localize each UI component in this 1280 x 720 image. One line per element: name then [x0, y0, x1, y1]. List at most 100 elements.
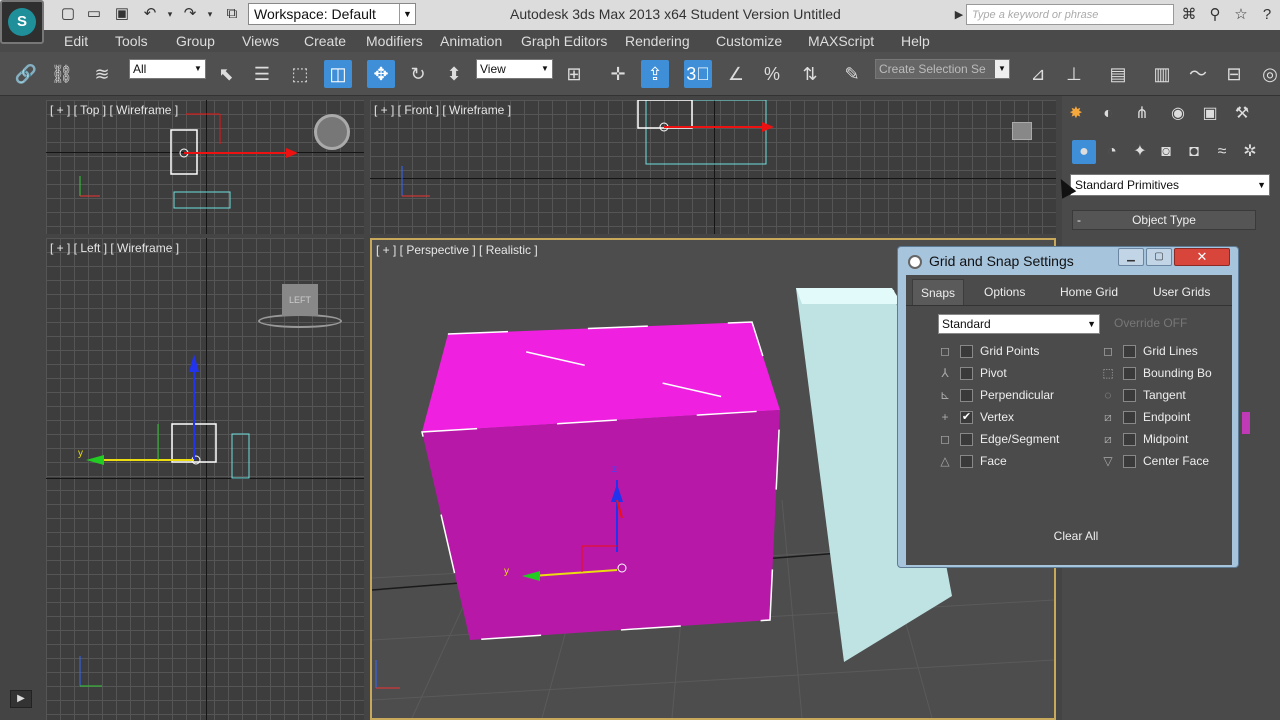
center-face-checkbox[interactable] [1123, 455, 1136, 468]
viewport-label-front[interactable]: [ + ] [ Front ] [ Wireframe ] [374, 103, 511, 117]
material-editor-icon[interactable]: ◎ [1256, 60, 1280, 88]
perpendicular-checkbox[interactable] [960, 389, 973, 402]
bounding-box-checkbox[interactable] [1123, 367, 1136, 380]
angle-snap-icon[interactable]: ∠ [722, 60, 750, 88]
menu-rendering[interactable]: Rendering [625, 33, 690, 49]
menu-animation[interactable]: Animation [440, 33, 502, 49]
shapes-icon[interactable]: ◔ [1100, 140, 1124, 164]
edit-named-selection-icon[interactable]: ✎ [838, 60, 866, 88]
menu-group[interactable]: Group [176, 33, 215, 49]
selection-filter-dropdown[interactable]: All ▼ [129, 59, 206, 79]
grid-points-checkbox[interactable] [960, 345, 973, 358]
redo-dropdown-icon[interactable]: ▾ [200, 4, 220, 24]
tab-user-grids[interactable]: User Grids [1153, 285, 1210, 299]
helpers-icon[interactable]: ◘ [1182, 140, 1206, 164]
hierarchy-tab-icon[interactable]: ⋔ [1130, 102, 1154, 126]
edge-segment-checkbox[interactable] [960, 433, 973, 446]
unlink-icon[interactable]: ⛓ [48, 60, 76, 88]
viewport-label-top[interactable]: [ + ] [ Top ] [ Wireframe ] [50, 103, 178, 117]
keyword-search-input[interactable]: Type a keyword or phrase [966, 4, 1174, 25]
rectangular-selection-icon[interactable]: ⬚ [286, 60, 314, 88]
select-and-move-icon[interactable]: ✥ [367, 60, 395, 88]
face-checkbox[interactable] [960, 455, 973, 468]
clear-all-button[interactable]: Clear All [1038, 525, 1114, 547]
viewport-top[interactable]: [ + ] [ Top ] [ Wireframe ] [46, 100, 364, 234]
bind-space-warp-icon[interactable]: ≋ [88, 60, 116, 88]
color-swatch[interactable] [1242, 412, 1250, 434]
select-object-icon[interactable]: ⬉ [212, 60, 240, 88]
snap-pivot[interactable]: ⅄ Pivot [938, 365, 1088, 383]
utilities-tab-icon[interactable]: ⚒ [1230, 102, 1254, 126]
undo-dropdown-icon[interactable]: ▾ [160, 4, 180, 24]
modify-tab-icon[interactable]: ◐ [1096, 102, 1120, 126]
viewport-left[interactable]: y LEFT [ + ] [ Left ] [ Wireframe ] [46, 238, 364, 720]
snap-face[interactable]: △ Face [938, 453, 1088, 471]
viewcube-icon[interactable]: LEFT [282, 284, 318, 316]
snap-edge-segment[interactable]: ◻ Edge/Segment [938, 431, 1088, 449]
percent-snap-icon[interactable]: % [758, 60, 786, 88]
midpoint-checkbox[interactable] [1123, 433, 1136, 446]
display-tab-icon[interactable]: ▣ [1198, 102, 1222, 126]
object-type-rollout[interactable]: - Object Type [1072, 210, 1256, 230]
vertex-checkbox[interactable]: ✔ [960, 411, 973, 424]
snap-midpoint[interactable]: ⧄ Midpoint [1101, 431, 1229, 449]
viewport-front[interactable]: [ + ] [ Front ] [ Wireframe ] [370, 100, 1056, 234]
menu-customize[interactable]: Customize [716, 33, 782, 49]
menu-graph-editors[interactable]: Graph Editors [521, 33, 607, 49]
undo-icon[interactable]: ↶ [140, 4, 160, 24]
keyboard-shortcut-override-icon[interactable]: ⇪ [641, 60, 669, 88]
grid-lines-checkbox[interactable] [1123, 345, 1136, 358]
create-tab-icon[interactable]: ✸ [1064, 102, 1088, 126]
snap-bounding-box[interactable]: ⬚ Bounding Bo [1101, 365, 1229, 383]
menu-views[interactable]: Views [242, 33, 279, 49]
tab-home-grid[interactable]: Home Grid [1060, 285, 1118, 299]
schematic-view-icon[interactable]: ⊟ [1220, 60, 1248, 88]
select-and-link-icon[interactable]: 🔗 [12, 60, 40, 88]
spinner-snap-icon[interactable]: ⇅ [796, 60, 824, 88]
project-folder-icon[interactable]: ⧉ [222, 4, 242, 24]
new-file-icon[interactable]: ▢ [58, 4, 78, 24]
star-icon[interactable]: ☆ [1230, 4, 1252, 26]
motion-tab-icon[interactable]: ◉ [1166, 102, 1190, 126]
lights-icon[interactable]: ✦ [1128, 140, 1152, 164]
maximize-button[interactable]: ▢ [1146, 248, 1172, 266]
select-and-manipulate-icon[interactable]: ✛ [604, 60, 632, 88]
menu-maxscript[interactable]: MAXScript [808, 33, 874, 49]
save-file-icon[interactable]: ▣ [112, 4, 132, 24]
workspace-dropdown[interactable]: Workspace: Default ▼ [248, 3, 416, 25]
application-menu-button[interactable]: S [0, 0, 44, 44]
snap-center-face[interactable]: ▽ Center Face [1101, 453, 1229, 471]
binoculars-icon[interactable]: ⌘ [1178, 4, 1200, 26]
window-crossing-icon[interactable]: ◫ [324, 60, 352, 88]
snap-type-dropdown[interactable]: Standard ▼ [938, 314, 1100, 334]
align-icon[interactable]: ⊥ [1060, 60, 1088, 88]
menu-tools[interactable]: Tools [115, 33, 148, 49]
viewport-label-left[interactable]: [ + ] [ Left ] [ Wireframe ] [50, 241, 179, 255]
snap-perpendicular[interactable]: ⊾ Perpendicular [938, 387, 1088, 405]
menu-create[interactable]: Create [304, 33, 346, 49]
select-by-name-icon[interactable]: ☰ [248, 60, 276, 88]
mirror-icon[interactable]: ⊿ [1024, 60, 1052, 88]
snap-endpoint[interactable]: ⧄ Endpoint [1101, 409, 1229, 427]
curve-editor-icon[interactable]: 〜 [1184, 60, 1212, 88]
viewcube-icon[interactable] [1012, 122, 1032, 140]
help-icon[interactable]: ? [1256, 4, 1278, 26]
scene-explorer-icon[interactable]: ▤ [1104, 60, 1132, 88]
minimize-button[interactable]: ▁ [1118, 248, 1144, 266]
tangent-checkbox[interactable] [1123, 389, 1136, 402]
viewport-label-perspective[interactable]: [ + ] [ Perspective ] [ Realistic ] [376, 243, 538, 257]
tab-snaps[interactable]: Snaps [912, 279, 965, 306]
pivot-center-icon[interactable]: ⊞ [560, 60, 588, 88]
play-icon[interactable]: ▶ [10, 690, 32, 708]
systems-icon[interactable]: ✲ [1238, 140, 1262, 164]
layer-manager-icon[interactable]: ▥ [1148, 60, 1176, 88]
snap-vertex[interactable]: + ✔ Vertex [938, 409, 1088, 427]
cameras-icon[interactable]: ◙ [1154, 140, 1178, 164]
close-button[interactable]: ✕ [1174, 248, 1230, 266]
menu-modifiers[interactable]: Modifiers [366, 33, 423, 49]
snap-grid-lines[interactable]: ◻ Grid Lines [1101, 343, 1229, 361]
select-and-scale-icon[interactable]: ⬍ [440, 60, 468, 88]
reference-coordinate-dropdown[interactable]: View ▼ [476, 59, 553, 79]
open-file-icon[interactable]: ▭ [84, 4, 104, 24]
tab-options[interactable]: Options [984, 285, 1025, 299]
